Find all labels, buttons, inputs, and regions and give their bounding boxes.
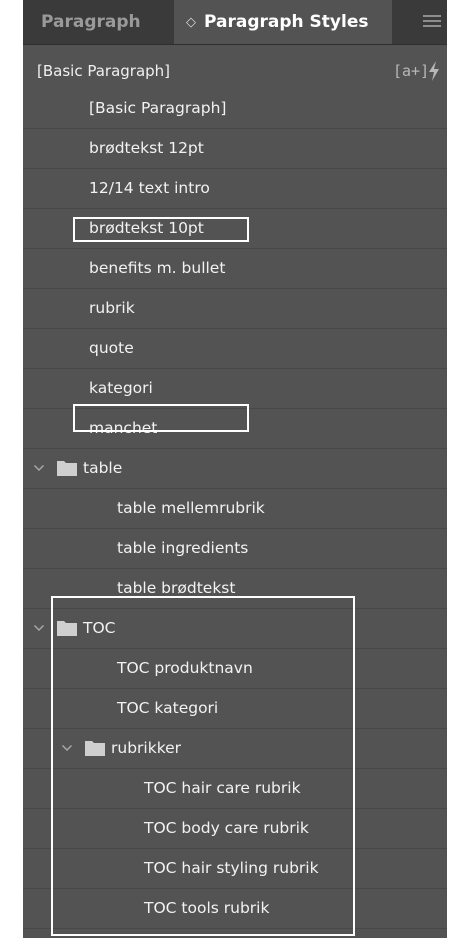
style-item-label: TOC body care rubrik: [144, 819, 309, 837]
style-item-label: TOC produktnavn: [117, 659, 253, 677]
style-group-toc[interactable]: TOC: [23, 609, 447, 649]
chevron-down-icon[interactable]: [33, 462, 45, 474]
style-item[interactable]: kategori: [23, 369, 447, 409]
style-group-label: TOC: [83, 619, 116, 637]
style-item-label: rubrik: [89, 299, 135, 317]
style-item-label: table ingredients: [117, 539, 249, 557]
style-group-label: table: [83, 459, 123, 477]
style-item[interactable]: table ingredients: [23, 529, 447, 569]
style-item-label: [Basic Paragraph]: [89, 99, 227, 117]
style-group-table[interactable]: table: [23, 449, 447, 489]
style-item[interactable]: brødtekst 12pt: [23, 129, 447, 169]
style-item-label: TOC hair styling rubrik: [144, 859, 319, 877]
style-item-label: brødtekst 10pt: [89, 219, 204, 237]
style-item[interactable]: TOC hair styling rubrik: [23, 849, 447, 889]
style-item-label: TOC accessories rubrik: [144, 929, 322, 938]
style-item-label: manchet: [89, 419, 158, 437]
lightning-icon[interactable]: [427, 60, 441, 82]
style-item-label: brødtekst 12pt: [89, 139, 204, 157]
chevron-down-icon[interactable]: [33, 622, 45, 634]
tab-paragraph-styles-label: Paragraph Styles: [204, 12, 369, 32]
chevron-down-icon[interactable]: [61, 742, 73, 754]
style-item[interactable]: benefits m. bullet: [23, 249, 447, 289]
style-item[interactable]: TOC kategori: [23, 689, 447, 729]
panel-tab-bar: Paragraph ◇ Paragraph Styles: [23, 0, 447, 45]
style-item[interactable]: manchet: [23, 409, 447, 449]
style-item[interactable]: 12/14 text intro: [23, 169, 447, 209]
style-item-label: TOC tools rubrik: [144, 899, 270, 917]
hamburger-menu-icon[interactable]: [423, 12, 441, 30]
style-item[interactable]: TOC accessories rubrik: [23, 929, 447, 938]
style-item[interactable]: TOC tools rubrik: [23, 889, 447, 929]
style-item[interactable]: TOC body care rubrik: [23, 809, 447, 849]
style-item[interactable]: rubrik: [23, 289, 447, 329]
style-item-label: table brødtekst: [117, 579, 236, 597]
tab-paragraph[interactable]: Paragraph: [41, 0, 141, 44]
styles-list: [Basic Paragraph] brødtekst 12pt 12/14 tex…: [23, 89, 447, 938]
style-item-label: TOC kategori: [117, 699, 219, 717]
style-header-row: [Basic Paragraph] [a+]: [23, 54, 447, 88]
style-item-label: TOC hair care rubrik: [144, 779, 301, 797]
tab-paragraph-styles[interactable]: ◇ Paragraph Styles: [174, 0, 392, 44]
folder-icon: [57, 461, 77, 476]
paragraph-styles-panel: Paragraph ◇ Paragraph Styles [Basic Parag…: [23, 0, 447, 938]
style-item-label: table mellemrubrik: [117, 499, 265, 517]
style-item-label: kategori: [89, 379, 153, 397]
style-item[interactable]: TOC produktnavn: [23, 649, 447, 689]
style-item[interactable]: TOC hair care rubrik: [23, 769, 447, 809]
current-style-label: [Basic Paragraph]: [37, 62, 171, 80]
style-item-label: benefits m. bullet: [89, 259, 226, 277]
folder-icon: [57, 621, 77, 636]
style-item[interactable]: table mellemrubrik: [23, 489, 447, 529]
style-group-label: rubrikker: [111, 739, 182, 757]
tab-collapse-icon[interactable]: ◇: [186, 15, 196, 30]
style-item-label: quote: [89, 339, 134, 357]
style-item[interactable]: [Basic Paragraph]: [23, 89, 447, 129]
style-item-label: 12/14 text intro: [89, 179, 210, 197]
new-style-icon[interactable]: [a+]: [393, 58, 429, 84]
style-group-rubrikker[interactable]: rubrikker: [23, 729, 447, 769]
style-item[interactable]: brødtekst 10pt: [23, 209, 447, 249]
style-item[interactable]: table brødtekst: [23, 569, 447, 609]
style-item[interactable]: quote: [23, 329, 447, 369]
folder-icon: [85, 741, 105, 756]
